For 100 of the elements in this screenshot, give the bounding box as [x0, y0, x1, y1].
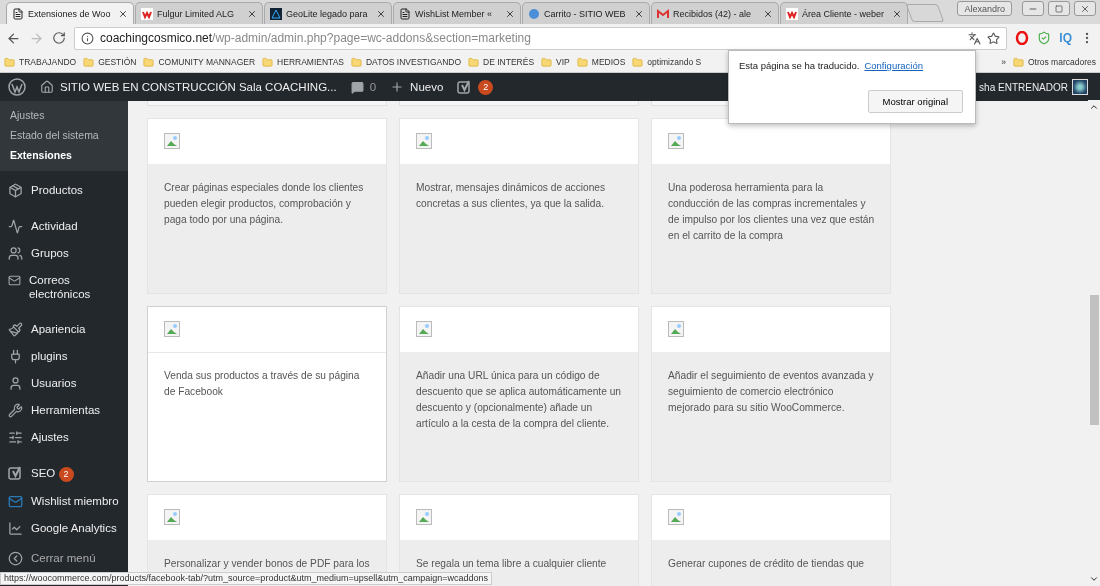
close-icon[interactable]: [634, 8, 644, 19]
card-description: Personalizar y vender bonos de PDF para los: [163, 557, 371, 571]
card-description: Añadir el seguimiento de eventos avanzada y seguimiento de comercio electrónico mejorado para su sitio WooCommerce.: [667, 369, 875, 415]
users-icon: [8, 246, 23, 261]
w-logo-icon: [786, 7, 798, 20]
close-button[interactable]: [1074, 1, 1096, 16]
user-name[interactable]: sha ENTRENADOR: [979, 81, 1068, 93]
settings-link[interactable]: Configuración: [864, 60, 924, 71]
back-icon[interactable]: [6, 30, 21, 46]
close-icon[interactable]: [763, 8, 773, 19]
translate-icon[interactable]: [968, 31, 982, 45]
profile-button[interactable]: Alexandro: [957, 1, 1012, 16]
menu-item[interactable]: Actividad: [0, 213, 128, 240]
popup-message: Esta página se ha traducido.: [739, 60, 860, 71]
show-original-button[interactable]: Mostrar original: [867, 90, 963, 113]
sliders-icon: [8, 430, 23, 445]
address-bar[interactable]: coachingcosmico.net/wp-admin/admin.php?page=wc-addons&section=marketing: [74, 26, 1008, 50]
more-bookmarks[interactable]: »: [1001, 57, 1006, 67]
avatar: [1072, 79, 1088, 95]
browser-tab[interactable]: GeoLite legado para: [264, 2, 392, 24]
extension-card[interactable]: Generar cupones de crédito de tiendas que: [651, 494, 891, 586]
page-icon: [399, 7, 411, 20]
card-description: Generar cupones de crédito de tiendas que: [667, 557, 865, 571]
submenu-item[interactable]: Estado del sistema: [0, 127, 128, 143]
bookmark[interactable]: MEDIOS: [591, 57, 626, 67]
extension-card[interactable]: Una poderosa herramienta para la conducción de las compras incrementales y de impulso por los clientes una vez que están en el carrito de la compra: [651, 118, 891, 294]
bookmark[interactable]: GESTIÓN: [98, 57, 137, 67]
bookmark[interactable]: DATOS INVESTIGANDO: [366, 57, 462, 67]
folder-icon: [1012, 56, 1024, 68]
menu-item[interactable]: Grupos: [0, 240, 128, 267]
folder-icon: [351, 56, 362, 68]
card-description: Añadir una URL única para un código de descuento que se aplica automáticamente un descuento y (opcionalmente) añade un artículo a la cesta de la compra del cliente.: [415, 369, 623, 431]
w-logo-icon: [141, 7, 153, 20]
browser-tab[interactable]: Área Cliente - weber: [780, 2, 908, 24]
paintbrush-icon: [8, 322, 23, 337]
notification-badge: 2: [478, 79, 494, 95]
menu-item[interactable]: Herramientas: [0, 397, 128, 424]
box-icon: [8, 183, 23, 198]
comment-count[interactable]: 0: [369, 81, 377, 93]
close-icon: [1080, 3, 1090, 14]
home-icon: [40, 80, 54, 94]
extension-card[interactable]: Crear páginas especiales donde los clientes pueden elegir productos, comprobación y paga todo por una página.: [147, 118, 387, 294]
menu-item[interactable]: Correos electrónicos: [0, 267, 128, 307]
bookmark[interactable]: COMUNITY MANNAGER: [158, 57, 256, 67]
close-icon[interactable]: [505, 8, 515, 19]
scroll-up-icon[interactable]: [1089, 102, 1099, 112]
menu-item[interactable]: Ajustes: [0, 424, 128, 451]
scroll-down-icon[interactable]: [1089, 574, 1099, 584]
site-title[interactable]: SITIO WEB EN CONSTRUCCIÓN Sala COACHING...: [60, 81, 337, 93]
browser-tab[interactable]: Fulgur Limited ALG: [135, 2, 263, 24]
new-link[interactable]: Nuevo: [410, 81, 444, 93]
plus-icon: [390, 80, 405, 94]
star-icon[interactable]: [987, 31, 1001, 45]
submenu-item[interactable]: Extensiones: [0, 147, 128, 163]
menu-item[interactable]: Usuarios: [0, 370, 128, 397]
card-description: Se regala un tema libre a cualquier cliente: [415, 557, 608, 571]
envelope-icon: [8, 493, 23, 509]
bookmark[interactable]: optimizando S: [647, 57, 702, 67]
browser-tab[interactable]: Recibidos (42) - ale: [651, 2, 779, 24]
menu-item[interactable]: Cerrar menú: [0, 544, 128, 572]
menu-item[interactable]: plugins: [0, 343, 128, 370]
close-icon[interactable]: [892, 8, 902, 19]
triangle-logo-icon: [270, 7, 282, 20]
wordpress-logo-icon[interactable]: [8, 78, 26, 96]
browser-tab[interactable]: Carrito - SITIO WEB: [522, 2, 650, 24]
info-icon[interactable]: [81, 31, 94, 45]
close-icon[interactable]: [376, 8, 386, 19]
folder-icon: [83, 56, 95, 68]
notification-badge: 2: [58, 466, 74, 482]
folder-icon: [4, 56, 15, 68]
status-url-tooltip: https://woocommerce.com/products/facebook-tab/?utm_source=product&utm_medium=upsell&utm_campaign=wcaddons: [0, 572, 492, 585]
folder-icon: [468, 56, 480, 68]
extension-card[interactable]: Añadir una URL única para un código de descuento que se aplica automáticamente un descuento y (opcionalmente) añade un artículo a la cesta de la compra del cliente.: [399, 306, 639, 482]
broken-image-icon: [164, 509, 180, 525]
submenu-item[interactable]: Ajustes: [0, 107, 128, 123]
reload-icon[interactable]: [52, 31, 66, 45]
close-icon[interactable]: [247, 8, 257, 19]
broken-image-icon: [416, 509, 432, 525]
browser-tab[interactable]: Extensiones de Woo: [6, 2, 134, 24]
o-logo-icon[interactable]: [1015, 31, 1030, 45]
extension-card[interactable]: Mostrar, mensajes dinámicos de acciones concretas a sus clientes, ya que la salida.: [399, 118, 639, 294]
bookmark[interactable]: HERRAMIENTAS: [277, 57, 344, 67]
mail-m-icon: [657, 7, 669, 20]
bookmark[interactable]: TRABAJANDO: [19, 57, 77, 67]
menu-item[interactable]: Apariencia: [0, 316, 128, 343]
menu-item[interactable]: Productos: [0, 177, 128, 204]
menu-item[interactable]: Wishlist miembro: [0, 487, 128, 515]
extension-card[interactable]: Añadir el seguimiento de eventos avanzada y seguimiento de comercio electrónico mejorado para su sitio WooCommerce.: [651, 306, 891, 482]
bookmark[interactable]: DE INTERÉS: [483, 57, 535, 67]
menu-item[interactable]: Google Analytics: [0, 514, 128, 542]
menu-item[interactable]: SEO 2: [0, 460, 128, 488]
extension-card[interactable]: Venda sus productos a través de su página de Facebook: [147, 306, 387, 482]
bookmark[interactable]: Otros marcadores: [1027, 57, 1096, 67]
collapse-icon: [8, 550, 23, 566]
scroll-thumb[interactable]: [1090, 295, 1099, 425]
browser-tab[interactable]: WishList Member «: [393, 2, 521, 24]
close-icon[interactable]: [118, 8, 128, 19]
broken-image-icon: [668, 133, 684, 149]
activity-icon: [8, 219, 23, 234]
bookmark[interactable]: VIP: [556, 57, 570, 67]
